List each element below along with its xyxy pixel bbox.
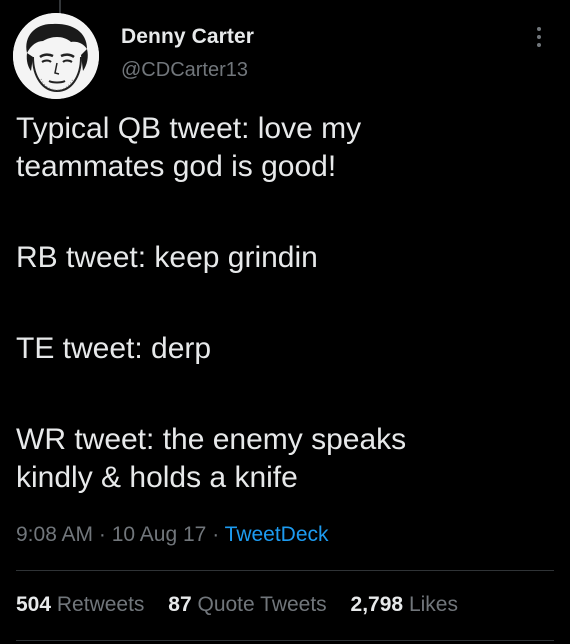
tweet-metadata: 9:08 AM · 10 Aug 17 · TweetDeck xyxy=(16,523,329,547)
likes-label: Likes xyxy=(408,593,458,616)
retweets-label: Retweets xyxy=(56,593,145,616)
author-handle[interactable]: @CDCarter13 xyxy=(121,59,248,82)
more-dot xyxy=(537,27,541,31)
tweet-line: kindly & holds a knife xyxy=(16,461,298,494)
meta-separator: · xyxy=(212,523,220,546)
quote-tweets-stat[interactable]: 87 Quote Tweets xyxy=(168,593,326,616)
more-options-icon[interactable] xyxy=(527,22,551,52)
tweet-line: RB tweet: keep grindin xyxy=(16,241,318,274)
avatar-caricature-image xyxy=(13,13,99,99)
more-dot xyxy=(537,35,541,39)
engagement-stats: 504 Retweets 87 Quote Tweets 2,798 Likes xyxy=(16,593,476,617)
stats-divider-bottom xyxy=(16,640,554,641)
quote-tweets-label: Quote Tweets xyxy=(197,593,327,616)
tweet-source-link[interactable]: TweetDeck xyxy=(225,523,329,546)
tweet-line: WR tweet: the enemy speaks xyxy=(16,423,407,456)
tweet-line: TE tweet: derp xyxy=(16,332,212,365)
tweet-time[interactable]: 9:08 AM xyxy=(16,523,93,546)
likes-count: 2,798 xyxy=(350,593,404,616)
retweets-stat[interactable]: 504 Retweets xyxy=(16,593,144,616)
likes-stat[interactable]: 2,798 Likes xyxy=(351,593,458,616)
tweet-card: Denny Carter @CDCarter13 Typical QB twee… xyxy=(0,0,570,644)
author-display-name[interactable]: Denny Carter xyxy=(121,25,254,49)
tweet-date[interactable]: 10 Aug 17 xyxy=(112,523,207,546)
quote-tweets-count: 87 xyxy=(168,593,192,616)
more-dot xyxy=(537,43,541,47)
tweet-line: Typical QB tweet: love my xyxy=(16,112,362,145)
meta-separator: · xyxy=(98,523,106,546)
stats-divider-top xyxy=(16,570,554,571)
tweet-body: Typical QB tweet: love my teammates god … xyxy=(16,110,556,497)
thread-connector-line xyxy=(59,0,61,14)
avatar[interactable] xyxy=(13,13,99,99)
retweets-count: 504 xyxy=(16,593,52,616)
tweet-line: teammates god is good! xyxy=(16,150,337,183)
